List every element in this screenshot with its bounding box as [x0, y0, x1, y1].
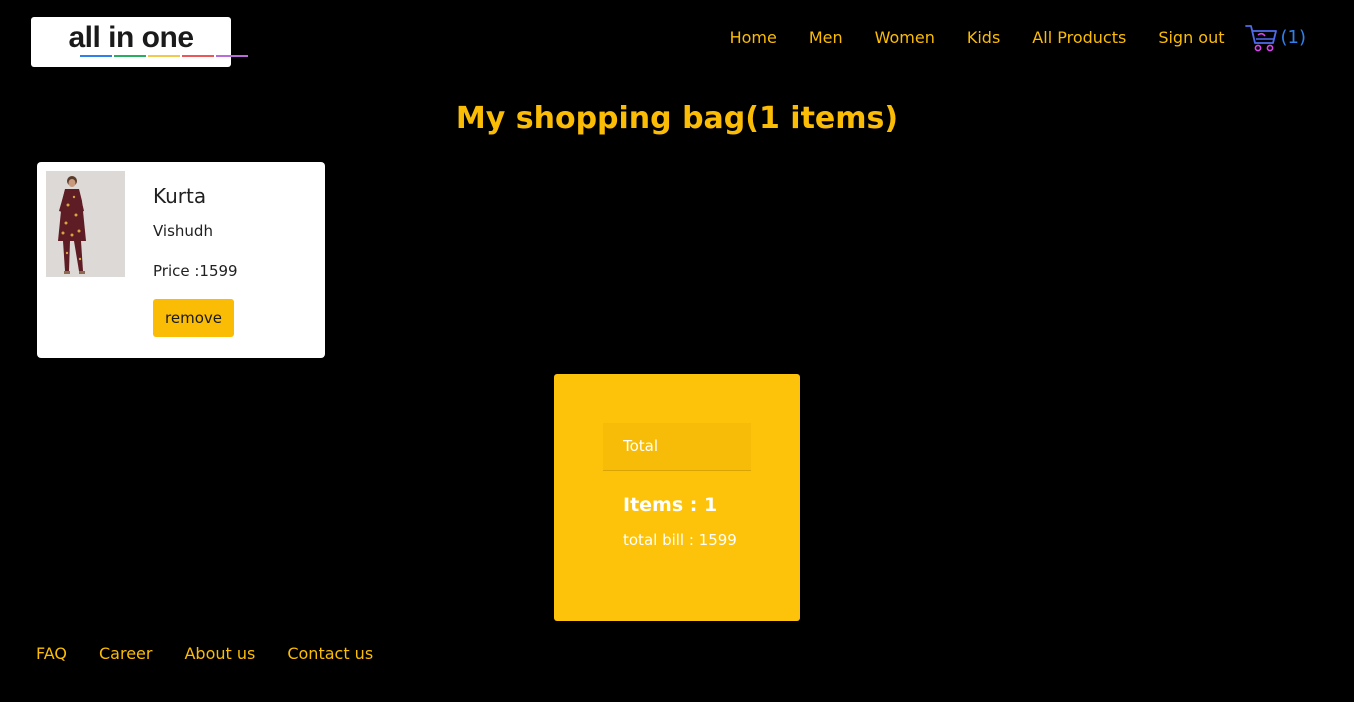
item-name: Kurta: [153, 184, 207, 208]
cart-link[interactable]: (1): [1244, 23, 1307, 53]
logo-color-bars: [80, 55, 248, 57]
nav-all-products[interactable]: All Products: [1032, 28, 1126, 48]
site-logo[interactable]: all in one: [31, 17, 248, 67]
summary-heading: Total: [603, 423, 751, 471]
nav-kids[interactable]: Kids: [967, 28, 1000, 48]
nav-home[interactable]: Home: [730, 28, 777, 48]
main-nav: Home Men Women Kids All Products Sign ou…: [698, 25, 1306, 52]
footer-contact-us[interactable]: Contact us: [287, 644, 373, 664]
footer-links: FAQ Career About us Contact us: [36, 644, 405, 664]
footer-faq[interactable]: FAQ: [36, 644, 67, 664]
logo-text: all in one: [68, 21, 194, 54]
order-summary-card: Total Items : 1 total bill : 1599: [554, 374, 800, 621]
cart-count: (1): [1280, 27, 1307, 48]
page-title: My shopping bag(1 items): [455, 101, 899, 136]
summary-total-bill: total bill : 1599: [623, 531, 737, 549]
cart-item-card: Kurta Vishudh Price :1599 remove: [37, 162, 325, 358]
shopping-cart-icon: [1244, 25, 1277, 52]
remove-button[interactable]: remove: [153, 299, 234, 337]
footer-about-us[interactable]: About us: [184, 644, 255, 664]
item-price: Price :1599: [153, 262, 238, 280]
summary-item-count: Items : 1: [623, 494, 718, 516]
nav-women[interactable]: Women: [875, 28, 935, 48]
kurta-product-image[interactable]: [46, 171, 125, 277]
page: all in one Home Men Women Kids All Produ…: [0, 0, 1354, 702]
kurta-figure-illustration: [46, 171, 125, 277]
nav-men[interactable]: Men: [809, 28, 843, 48]
footer-career[interactable]: Career: [99, 644, 152, 664]
nav-sign-out[interactable]: Sign out: [1158, 28, 1224, 48]
item-brand: Vishudh: [153, 222, 213, 240]
